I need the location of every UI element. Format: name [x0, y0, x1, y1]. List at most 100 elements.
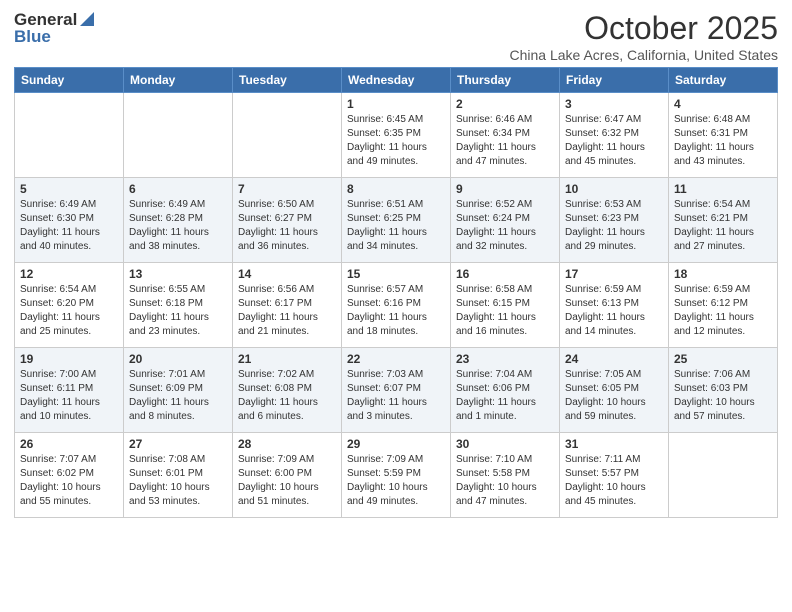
table-row: 21 Sunrise: 7:02 AM Sunset: 6:08 PM Dayli…: [233, 348, 342, 433]
table-row: 12 Sunrise: 6:54 AM Sunset: 6:20 PM Dayli…: [15, 263, 124, 348]
day-info: Sunrise: 6:57 AM Sunset: 6:16 PM Dayligh…: [347, 283, 445, 339]
day-info: Sunrise: 7:11 AM Sunset: 5:57 PM Dayligh…: [565, 453, 663, 509]
day-info: Sunrise: 6:45 AM Sunset: 6:35 PM Dayligh…: [347, 113, 445, 169]
day-number: 26: [20, 437, 118, 451]
day-number: 3: [565, 97, 663, 111]
header-sunday: Sunday: [15, 68, 124, 93]
day-info: Sunrise: 7:02 AM Sunset: 6:08 PM Dayligh…: [238, 368, 336, 424]
day-number: 10: [565, 182, 663, 196]
day-info: Sunrise: 6:53 AM Sunset: 6:23 PM Dayligh…: [565, 198, 663, 254]
day-number: 8: [347, 182, 445, 196]
day-number: 11: [674, 182, 772, 196]
table-row: 17 Sunrise: 6:59 AM Sunset: 6:13 PM Dayli…: [560, 263, 669, 348]
day-number: 30: [456, 437, 554, 451]
day-number: 2: [456, 97, 554, 111]
calendar-week-row: 12 Sunrise: 6:54 AM Sunset: 6:20 PM Dayli…: [15, 263, 778, 348]
table-row: 8 Sunrise: 6:51 AM Sunset: 6:25 PM Daylig…: [342, 178, 451, 263]
day-info: Sunrise: 6:58 AM Sunset: 6:15 PM Dayligh…: [456, 283, 554, 339]
day-info: Sunrise: 6:46 AM Sunset: 6:34 PM Dayligh…: [456, 113, 554, 169]
title-area: October 2025 China Lake Acres, Californi…: [510, 10, 778, 63]
day-info: Sunrise: 7:10 AM Sunset: 5:58 PM Dayligh…: [456, 453, 554, 509]
page-container: General Blue October 2025 China Lake Acr…: [0, 0, 792, 612]
day-info: Sunrise: 6:54 AM Sunset: 6:20 PM Dayligh…: [20, 283, 118, 339]
calendar-week-row: 5 Sunrise: 6:49 AM Sunset: 6:30 PM Daylig…: [15, 178, 778, 263]
day-number: 18: [674, 267, 772, 281]
day-number: 16: [456, 267, 554, 281]
table-row: 6Sunrise: 6:49 AM Sunset: 6:28 PM Daylig…: [124, 178, 233, 263]
day-info: Sunrise: 6:52 AM Sunset: 6:24 PM Dayligh…: [456, 198, 554, 254]
day-number: 7: [238, 182, 336, 196]
table-row: 14 Sunrise: 6:56 AM Sunset: 6:17 PM Dayli…: [233, 263, 342, 348]
logo-blue: Blue: [14, 27, 51, 47]
table-row: 1 Sunrise: 6:45 AM Sunset: 6:35 PM Daylig…: [342, 93, 451, 178]
table-row: 15 Sunrise: 6:57 AM Sunset: 6:16 PM Dayli…: [342, 263, 451, 348]
header-wednesday: Wednesday: [342, 68, 451, 93]
header-tuesday: Tuesday: [233, 68, 342, 93]
subtitle: China Lake Acres, California, United Sta…: [510, 47, 778, 63]
day-number: 28: [238, 437, 336, 451]
day-number: 1: [347, 97, 445, 111]
logo: General Blue: [14, 10, 94, 47]
day-info: Sunrise: 7:08 AM Sunset: 6:01 PM Dayligh…: [129, 453, 227, 509]
day-number: 21: [238, 352, 336, 366]
day-number: 5: [20, 182, 118, 196]
day-info: Sunrise: 6:49 AM Sunset: 6:30 PM Dayligh…: [20, 198, 118, 254]
table-row: 7 Sunrise: 6:50 AM Sunset: 6:27 PM Daylig…: [233, 178, 342, 263]
table-row: 2 Sunrise: 6:46 AM Sunset: 6:34 PM Daylig…: [451, 93, 560, 178]
calendar-table: Sunday Monday Tuesday Wednesday Thursday…: [14, 67, 778, 518]
table-row: 22 Sunrise: 7:03 AM Sunset: 6:07 PM Dayli…: [342, 348, 451, 433]
table-row: 26Sunrise: 7:07 AM Sunset: 6:02 PM Dayli…: [15, 433, 124, 518]
day-number: 12: [20, 267, 118, 281]
table-row: 16 Sunrise: 6:58 AM Sunset: 6:15 PM Dayli…: [451, 263, 560, 348]
day-info: Sunrise: 7:03 AM Sunset: 6:07 PM Dayligh…: [347, 368, 445, 424]
table-row: 11 Sunrise: 6:54 AM Sunset: 6:21 PM Dayli…: [669, 178, 778, 263]
day-info: Sunrise: 6:54 AM Sunset: 6:21 PM Dayligh…: [674, 198, 772, 254]
logo-triangle: [80, 12, 94, 31]
day-number: 15: [347, 267, 445, 281]
day-number: 29: [347, 437, 445, 451]
header-friday: Friday: [560, 68, 669, 93]
day-info: Sunrise: 6:56 AM Sunset: 6:17 PM Dayligh…: [238, 283, 336, 339]
table-row: 31 Sunrise: 7:11 AM Sunset: 5:57 PM Dayli…: [560, 433, 669, 518]
month-title: October 2025: [510, 10, 778, 47]
table-row: 20Sunrise: 7:01 AM Sunset: 6:09 PM Dayli…: [124, 348, 233, 433]
day-info: Sunrise: 6:50 AM Sunset: 6:27 PM Dayligh…: [238, 198, 336, 254]
day-number: 19: [20, 352, 118, 366]
table-row: 28 Sunrise: 7:09 AM Sunset: 6:00 PM Dayli…: [233, 433, 342, 518]
day-number: 14: [238, 267, 336, 281]
header: General Blue October 2025 China Lake Acr…: [14, 10, 778, 63]
table-row: 29 Sunrise: 7:09 AM Sunset: 5:59 PM Dayli…: [342, 433, 451, 518]
day-info: Sunrise: 7:09 AM Sunset: 6:00 PM Dayligh…: [238, 453, 336, 509]
day-info: Sunrise: 7:04 AM Sunset: 6:06 PM Dayligh…: [456, 368, 554, 424]
table-row: 5 Sunrise: 6:49 AM Sunset: 6:30 PM Daylig…: [15, 178, 124, 263]
table-row: 25Sunrise: 7:06 AM Sunset: 6:03 PM Dayli…: [669, 348, 778, 433]
day-number: 4: [674, 97, 772, 111]
day-number: 13: [129, 267, 227, 281]
table-row: 13Sunrise: 6:55 AM Sunset: 6:18 PM Dayli…: [124, 263, 233, 348]
day-number: 31: [565, 437, 663, 451]
day-number: 6: [129, 182, 227, 196]
header-monday: Monday: [124, 68, 233, 93]
day-number: 17: [565, 267, 663, 281]
header-thursday: Thursday: [451, 68, 560, 93]
table-row: 10 Sunrise: 6:53 AM Sunset: 6:23 PM Dayli…: [560, 178, 669, 263]
table-row: 4Sunrise: 6:48 AM Sunset: 6:31 PM Daylig…: [669, 93, 778, 178]
header-saturday: Saturday: [669, 68, 778, 93]
day-info: Sunrise: 7:05 AM Sunset: 6:05 PM Dayligh…: [565, 368, 663, 424]
day-number: 25: [674, 352, 772, 366]
day-info: Sunrise: 6:59 AM Sunset: 6:13 PM Dayligh…: [565, 283, 663, 339]
calendar-week-row: 1 Sunrise: 6:45 AM Sunset: 6:35 PM Daylig…: [15, 93, 778, 178]
table-row: 24 Sunrise: 7:05 AM Sunset: 6:05 PM Dayli…: [560, 348, 669, 433]
day-info: Sunrise: 6:51 AM Sunset: 6:25 PM Dayligh…: [347, 198, 445, 254]
day-info: Sunrise: 7:09 AM Sunset: 5:59 PM Dayligh…: [347, 453, 445, 509]
day-number: 22: [347, 352, 445, 366]
table-row: [233, 93, 342, 178]
calendar-week-row: 26Sunrise: 7:07 AM Sunset: 6:02 PM Dayli…: [15, 433, 778, 518]
table-row: [669, 433, 778, 518]
day-number: 20: [129, 352, 227, 366]
table-row: [124, 93, 233, 178]
day-number: 27: [129, 437, 227, 451]
table-row: [15, 93, 124, 178]
day-number: 24: [565, 352, 663, 366]
weekday-header-row: Sunday Monday Tuesday Wednesday Thursday…: [15, 68, 778, 93]
